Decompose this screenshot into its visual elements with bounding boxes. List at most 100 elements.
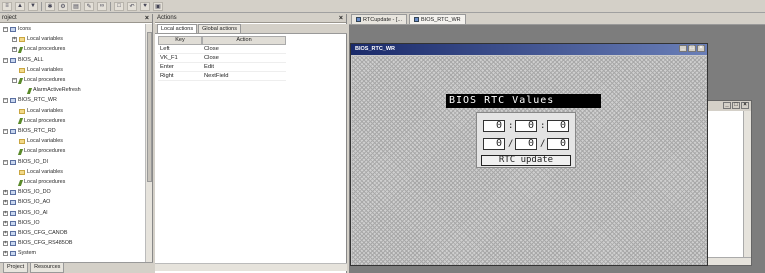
folder-icon — [19, 67, 25, 73]
expand-icon[interactable]: + — [3, 200, 8, 206]
expand-icon[interactable]: + — [3, 241, 8, 247]
document-icon — [356, 17, 361, 22]
table-row[interactable]: Enter Edit — [158, 63, 286, 72]
close-icon[interactable]: × — [741, 102, 749, 109]
close-icon[interactable]: × — [339, 14, 343, 23]
tree-item[interactable]: − BIOS_ALL — [3, 57, 43, 64]
tree-item[interactable]: Local variables — [12, 108, 63, 115]
collapse-icon[interactable]: − — [3, 57, 8, 63]
close-icon[interactable]: × — [145, 14, 149, 23]
minute-field[interactable]: 0 — [515, 120, 537, 132]
tree-item-label: AlarmActiveRefresh — [33, 87, 81, 94]
expand-icon[interactable]: + — [3, 210, 8, 216]
table-row[interactable]: Right NextField — [158, 72, 286, 81]
hour-field[interactable]: 0 — [483, 120, 505, 132]
link-icon[interactable]: ∞ — [97, 1, 107, 11]
collapse-icon[interactable]: − — [3, 129, 8, 134]
folder-icon — [19, 169, 25, 175]
tree-item[interactable]: Local variables — [12, 67, 63, 74]
year-field[interactable]: 0 — [547, 138, 569, 150]
collapse-icon[interactable]: − — [3, 27, 8, 32]
minimize-icon[interactable]: _ — [679, 45, 687, 52]
undo-icon[interactable]: ↶ — [127, 1, 137, 11]
vertical-scrollbar[interactable] — [743, 111, 751, 257]
actions-tabs: Local actions Global actions — [155, 24, 347, 34]
tools-icon[interactable]: ⚙ — [58, 1, 68, 11]
module-icon — [10, 98, 16, 104]
expand-icon[interactable]: + — [3, 190, 8, 196]
project-scrollbar[interactable] — [145, 24, 152, 262]
second-field[interactable]: 0 — [547, 120, 569, 132]
tree-item[interactable]: + Local procedures — [12, 46, 65, 53]
tree-item[interactable]: + System — [3, 250, 36, 257]
window-icon[interactable]: □ — [114, 1, 124, 11]
maximize-icon[interactable]: □ — [688, 45, 696, 52]
module-icon — [10, 241, 16, 247]
tree-item[interactable]: Local variables — [12, 138, 63, 145]
tree-item[interactable]: Local variables — [12, 169, 63, 176]
picture-icon[interactable]: ▣ — [153, 1, 163, 11]
module-icon — [10, 251, 16, 257]
collapse-icon[interactable]: − — [3, 159, 8, 165]
collapse-icon[interactable]: − — [12, 78, 17, 83]
tab-local-actions[interactable]: Local actions — [157, 24, 198, 33]
tree-item[interactable]: − BIOS_RTC_RD — [3, 128, 56, 135]
tree-item-label: BIOS_IO_DO — [18, 189, 51, 196]
tree-item[interactable]: − Local procedures — [12, 77, 65, 84]
tree-item-label: Local procedures — [24, 117, 66, 124]
tree-item[interactable]: + BIOS_IO_AI — [3, 210, 48, 217]
list-icon[interactable]: ≡ — [2, 1, 12, 11]
pencil-icon[interactable]: ✎ — [84, 1, 94, 11]
tree-item-label: Local variables — [27, 138, 63, 145]
scrollbar-thumb[interactable] — [147, 32, 152, 182]
tree-item[interactable]: + BIOS_IO — [3, 220, 40, 227]
tree-item-label: BIOS_RTC_WR — [18, 97, 57, 104]
expand-icon[interactable]: + — [12, 47, 17, 53]
day-field[interactable]: 0 — [483, 138, 505, 150]
tab-bios-rtc-wr[interactable]: BIOS_RTC_WR — [409, 14, 466, 24]
table-header: Key Action — [158, 36, 286, 45]
tree-item[interactable]: + BIOS_IO_AO — [3, 199, 50, 206]
table-row[interactable]: VK_F1 Close — [158, 54, 286, 63]
tree-item[interactable]: + BIOS_CFG_RS485OB — [3, 240, 73, 247]
tree-item-label: BIOS_CFG_CANOB — [18, 230, 68, 236]
tree-item[interactable]: + Local variables — [12, 36, 63, 43]
arrow-up-icon[interactable]: ▲ — [15, 1, 25, 11]
expand-icon[interactable]: + — [12, 37, 17, 43]
module-icon — [10, 190, 16, 196]
tree-item-label: Local procedures — [24, 179, 66, 185]
arrow-down-icon[interactable]: ▼ — [28, 1, 38, 11]
tab-rtcupdate[interactable]: RTCupdate - [... — [351, 14, 408, 24]
maximize-icon[interactable]: □ — [732, 102, 740, 109]
window-title: BIOS_RTC_WR — [355, 46, 396, 52]
tab-resources[interactable]: Resources — [30, 263, 65, 273]
tab-project[interactable]: Project — [3, 263, 29, 273]
actions-horizontal-scrollbar[interactable] — [155, 263, 347, 271]
close-icon[interactable]: × — [697, 45, 705, 52]
minimize-icon[interactable]: _ — [723, 102, 731, 109]
column-header-action[interactable]: Action — [202, 36, 286, 45]
tree-item[interactable]: − BIOS_IO_DI — [3, 159, 48, 166]
expand-icon[interactable]: + — [3, 220, 8, 226]
tree-item[interactable]: − BIOS_RTC_WR — [3, 97, 57, 104]
module-icon — [10, 27, 16, 32]
tab-global-actions[interactable]: Global actions — [198, 24, 241, 33]
tree-item[interactable]: + BIOS_IO_DO — [3, 189, 51, 196]
expand-icon[interactable]: + — [3, 251, 8, 257]
document-icon[interactable]: ▤ — [71, 1, 81, 11]
column-header-key[interactable]: Key — [158, 36, 202, 45]
tree-item[interactable]: − Icons — [3, 26, 31, 33]
month-field[interactable]: 0 — [515, 138, 537, 150]
collapse-icon[interactable]: − — [3, 98, 8, 104]
heart-icon[interactable]: ♥ — [140, 1, 150, 11]
rtc-update-button[interactable]: RTC update — [481, 155, 571, 166]
tree-item[interactable]: + BIOS_CFG_CANOB — [3, 230, 67, 237]
tree-item[interactable]: Local procedures — [12, 179, 65, 186]
tree-item[interactable]: Local procedures — [12, 148, 65, 155]
tree-item[interactable]: AlarmActiveRefresh — [21, 87, 81, 94]
settings-icon[interactable]: ✱ — [45, 1, 55, 11]
window-title-bar[interactable]: BIOS_RTC_WR _ □ × — [351, 44, 707, 55]
table-row[interactable]: Left Close — [158, 45, 286, 54]
tree-item[interactable]: Local procedures — [12, 118, 65, 125]
expand-icon[interactable]: + — [3, 231, 8, 236]
